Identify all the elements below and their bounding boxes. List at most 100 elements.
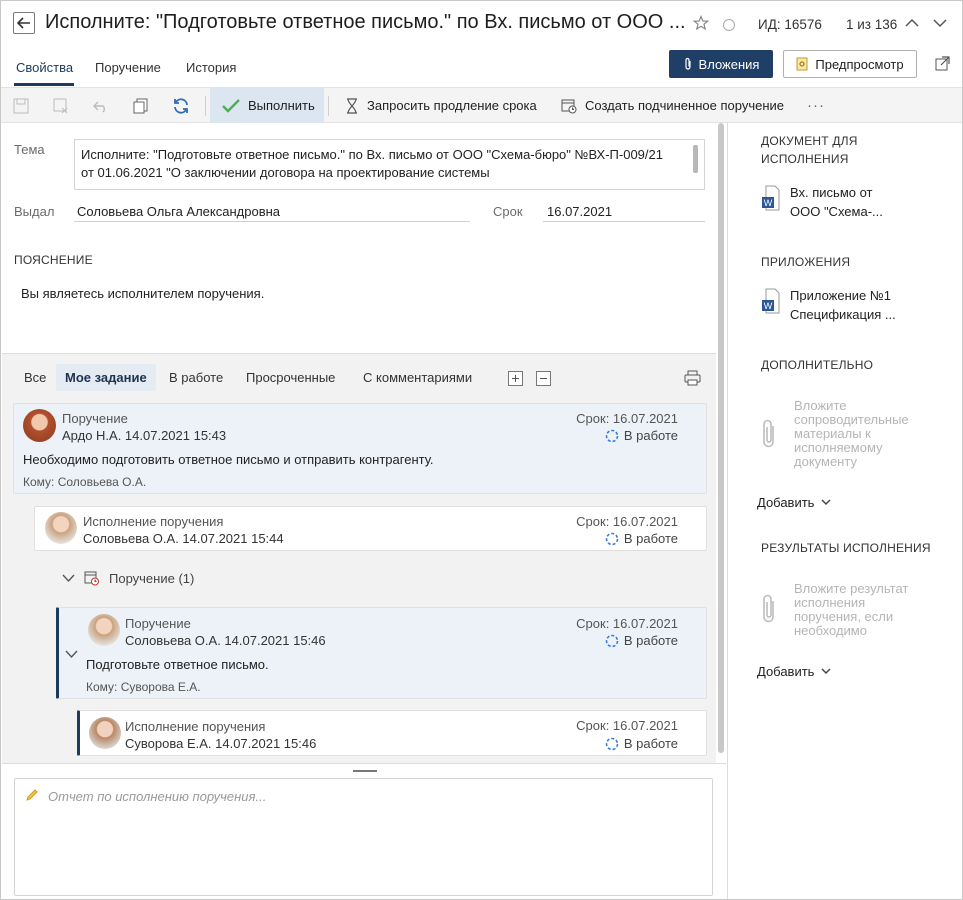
issued-value[interactable]: Соловьева Ольга Александровна — [77, 204, 280, 219]
in-progress-icon — [605, 634, 619, 647]
back-button[interactable] — [13, 12, 35, 34]
status-badge: В работе — [605, 736, 678, 751]
status-badge: В работе — [605, 531, 678, 546]
chevron-up-icon[interactable] — [905, 18, 919, 28]
document-preview-icon — [796, 57, 808, 71]
chevron-down-icon — [821, 499, 831, 506]
svg-text:W: W — [764, 198, 773, 208]
calendar-clock-icon — [84, 571, 99, 586]
paperclip-icon — [684, 57, 691, 70]
filter-in-progress[interactable]: В работе — [169, 370, 223, 385]
note-text: Вы являетесь исполнителем поручения. — [21, 286, 265, 301]
topic-label: Тема — [14, 142, 45, 157]
filter-all[interactable]: Все — [24, 370, 46, 385]
record-counter: 1 из 136 — [846, 17, 898, 32]
open-external-icon[interactable] — [935, 56, 950, 71]
add-additional-button[interactable]: Добавить — [757, 495, 831, 510]
task-card[interactable]: Исполнение поручения Суворова Е.А. 14.07… — [77, 710, 707, 756]
read-status-icon[interactable] — [723, 19, 735, 31]
due-label: Срок — [493, 204, 523, 219]
status-label: В работе — [623, 736, 678, 751]
task-card[interactable]: Исполнение поручения Соловьева О.А. 14.0… — [34, 506, 707, 551]
attachment-item[interactable]: W Приложение №1 Спецификация ... — [762, 286, 937, 324]
attachments-button[interactable]: Вложения — [669, 50, 773, 78]
tab-properties[interactable]: Свойства — [16, 60, 73, 75]
task-text: Необходимо подготовить ответное письмо и… — [23, 452, 434, 467]
topic-field[interactable]: Исполните: "Подготовьте ответное письмо.… — [74, 139, 705, 190]
request-extension-label: Запросить продление срока — [367, 98, 537, 113]
refresh-icon[interactable] — [171, 96, 191, 116]
preview-button-label: Предпросмотр — [815, 56, 904, 72]
task-due: Срок: 16.07.2021 — [576, 718, 678, 733]
collapse-all-icon[interactable] — [536, 371, 551, 386]
print-icon[interactable] — [684, 370, 701, 386]
task-card[interactable]: Поручение Ардо Н.А. 14.07.2021 15:43 Сро… — [13, 403, 707, 494]
word-document-icon: W — [762, 185, 780, 211]
task-text: Подготовьте ответное письмо. — [86, 657, 269, 672]
document-section-header: ДОКУМЕНТ ДЛЯ ИСПОЛНЕНИЯ — [761, 134, 858, 166]
calendar-clock-icon — [561, 99, 577, 113]
page-title: Исполните: "Подготовьте ответное письмо.… — [45, 11, 685, 33]
expand-all-icon[interactable] — [508, 371, 523, 386]
subtask-group-toggle[interactable]: Поручение (1) — [62, 570, 194, 586]
task-due: Срок: 16.07.2021 — [576, 514, 678, 529]
copy-icon[interactable] — [131, 96, 151, 116]
preview-button[interactable]: Предпросмотр — [783, 50, 917, 78]
main-scrollbar[interactable] — [718, 123, 724, 753]
create-subtask-button[interactable]: Создать подчиненное поручение — [561, 88, 784, 123]
linked-document[interactable]: W Вх. письмо от ООО "Схема-... — [762, 183, 937, 221]
request-extension-button[interactable]: Запросить продление срока — [345, 88, 537, 123]
avatar — [88, 614, 120, 646]
subtask-group-label: Поручение (1) — [109, 570, 195, 586]
in-progress-icon — [605, 737, 619, 750]
status-badge: В работе — [605, 633, 678, 648]
filter-my-task[interactable]: Мое задание — [56, 364, 156, 391]
active-tab-indicator — [14, 83, 74, 86]
avatar — [89, 717, 121, 749]
task-author: Ардо Н.А. 14.07.2021 15:43 — [62, 428, 227, 443]
chevron-down-icon[interactable] — [933, 18, 947, 28]
additional-section-header: ДОПОЛНИТЕЛЬНО — [761, 358, 874, 372]
hourglass-icon — [347, 97, 357, 114]
paperclip-icon — [763, 419, 774, 448]
tab-assignment[interactable]: Поручение — [95, 60, 161, 75]
toolbar-divider — [328, 96, 329, 116]
star-icon[interactable] — [693, 15, 709, 31]
avatar — [23, 409, 56, 442]
execute-button[interactable]: Выполнить — [210, 88, 324, 123]
chevron-down-icon[interactable] — [65, 650, 78, 659]
add-result-button[interactable]: Добавить — [757, 664, 831, 679]
due-value[interactable]: 16.07.2021 — [547, 204, 612, 219]
save-icon[interactable] — [11, 96, 31, 116]
filter-overdue[interactable]: Просроченные — [246, 370, 335, 385]
results-section-header: РЕЗУЛЬТАТЫ ИСПОЛНЕНИЯ — [761, 541, 931, 555]
topic-scrollbar[interactable] — [693, 145, 698, 173]
task-type: Исполнение поручения — [125, 719, 266, 734]
toolbar: Выполнить Запросить продление срока Созд… — [1, 87, 962, 123]
task-type: Поручение — [62, 411, 128, 426]
splitter-line — [2, 763, 726, 764]
svg-text:W: W — [764, 301, 773, 311]
status-label: В работе — [623, 633, 678, 648]
paperclip-icon — [763, 594, 774, 623]
chevron-down-icon — [821, 668, 831, 675]
filter-with-comments[interactable]: С комментариями — [363, 370, 472, 385]
more-actions-button[interactable]: ··· — [807, 88, 825, 123]
in-progress-icon — [605, 429, 619, 442]
tab-history[interactable]: История — [186, 60, 236, 75]
resize-handle[interactable] — [353, 770, 377, 772]
chevron-down-icon — [62, 574, 75, 582]
undo-icon[interactable] — [91, 96, 111, 116]
note-header: ПОЯСНЕНИЕ — [14, 253, 93, 267]
task-type: Поручение — [125, 616, 191, 631]
linked-document-name: Вх. письмо от ООО "Схема-... — [790, 185, 883, 219]
avatar — [45, 512, 77, 544]
task-window: Исполните: "Подготовьте ответное письмо.… — [0, 0, 963, 900]
save-close-icon[interactable] — [51, 96, 71, 116]
task-author: Суворова Е.А. 14.07.2021 15:46 — [125, 736, 317, 751]
task-author: Соловьева О.А. 14.07.2021 15:44 — [83, 531, 284, 546]
status-label: В работе — [623, 531, 678, 546]
report-comment-field[interactable]: Отчет по исполнению поручения... — [14, 778, 713, 896]
due-underline — [543, 221, 705, 222]
task-card[interactable]: Поручение Соловьева О.А. 14.07.2021 15:4… — [56, 607, 707, 699]
